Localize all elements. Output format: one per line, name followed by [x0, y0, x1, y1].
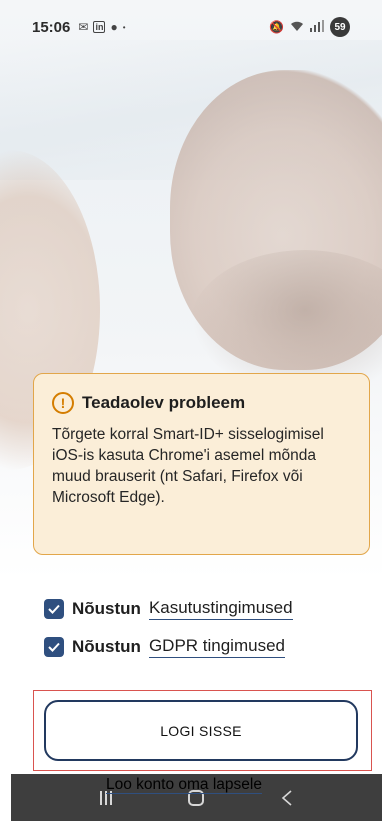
back-button[interactable] [267, 783, 307, 813]
back-icon [281, 789, 292, 806]
login-button[interactable]: LOGI SISSE [44, 700, 358, 761]
gdpr-link[interactable]: GDPR tingimused [148, 636, 285, 658]
gdpr-checkbox[interactable] [44, 637, 64, 657]
signal-icon [310, 19, 324, 35]
battery-icon: 59 [330, 17, 350, 37]
status-right-icons: 🔕 59 [269, 17, 350, 37]
consent-gdpr-row: Nõustun GDPR tingimused [44, 636, 285, 658]
status-time: 15:06 [32, 18, 71, 36]
status-left-icons: ✉ in ● • [78, 20, 125, 34]
warning-icon: ! [52, 392, 74, 414]
notice-title: Teadaolev probleem [82, 393, 246, 412]
terms-prefix: Nõustun [72, 599, 141, 618]
terms-checkbox[interactable] [44, 599, 64, 619]
notice-header: ! Teadaolev probleem [52, 392, 351, 414]
mute-icon: 🔕 [269, 20, 284, 34]
checkmark-icon [48, 642, 60, 652]
dot-icon: • [122, 22, 126, 32]
mail-icon: ✉ [78, 20, 89, 34]
messenger-icon: ● [110, 20, 118, 34]
checkmark-icon [48, 604, 60, 614]
notice-body: Tõrgete korral Smart-ID+ sisselogimisel … [52, 426, 324, 506]
create-child-account-link[interactable]: Loo konto oma lapsele [106, 777, 262, 794]
gdpr-prefix: Nõustun [72, 637, 141, 656]
terms-link[interactable]: Kasutustingimused [148, 598, 293, 620]
consent-terms-row: Nõustun Kasutustingimused [44, 598, 293, 620]
notice-card: ! Teadaolev probleem Tõrgete korral Smar… [33, 373, 370, 555]
linkedin-icon: in [93, 21, 106, 33]
wifi-icon [290, 20, 304, 35]
status-bar: 15:06 ✉ in ● • 🔕 59 [0, 0, 382, 54]
